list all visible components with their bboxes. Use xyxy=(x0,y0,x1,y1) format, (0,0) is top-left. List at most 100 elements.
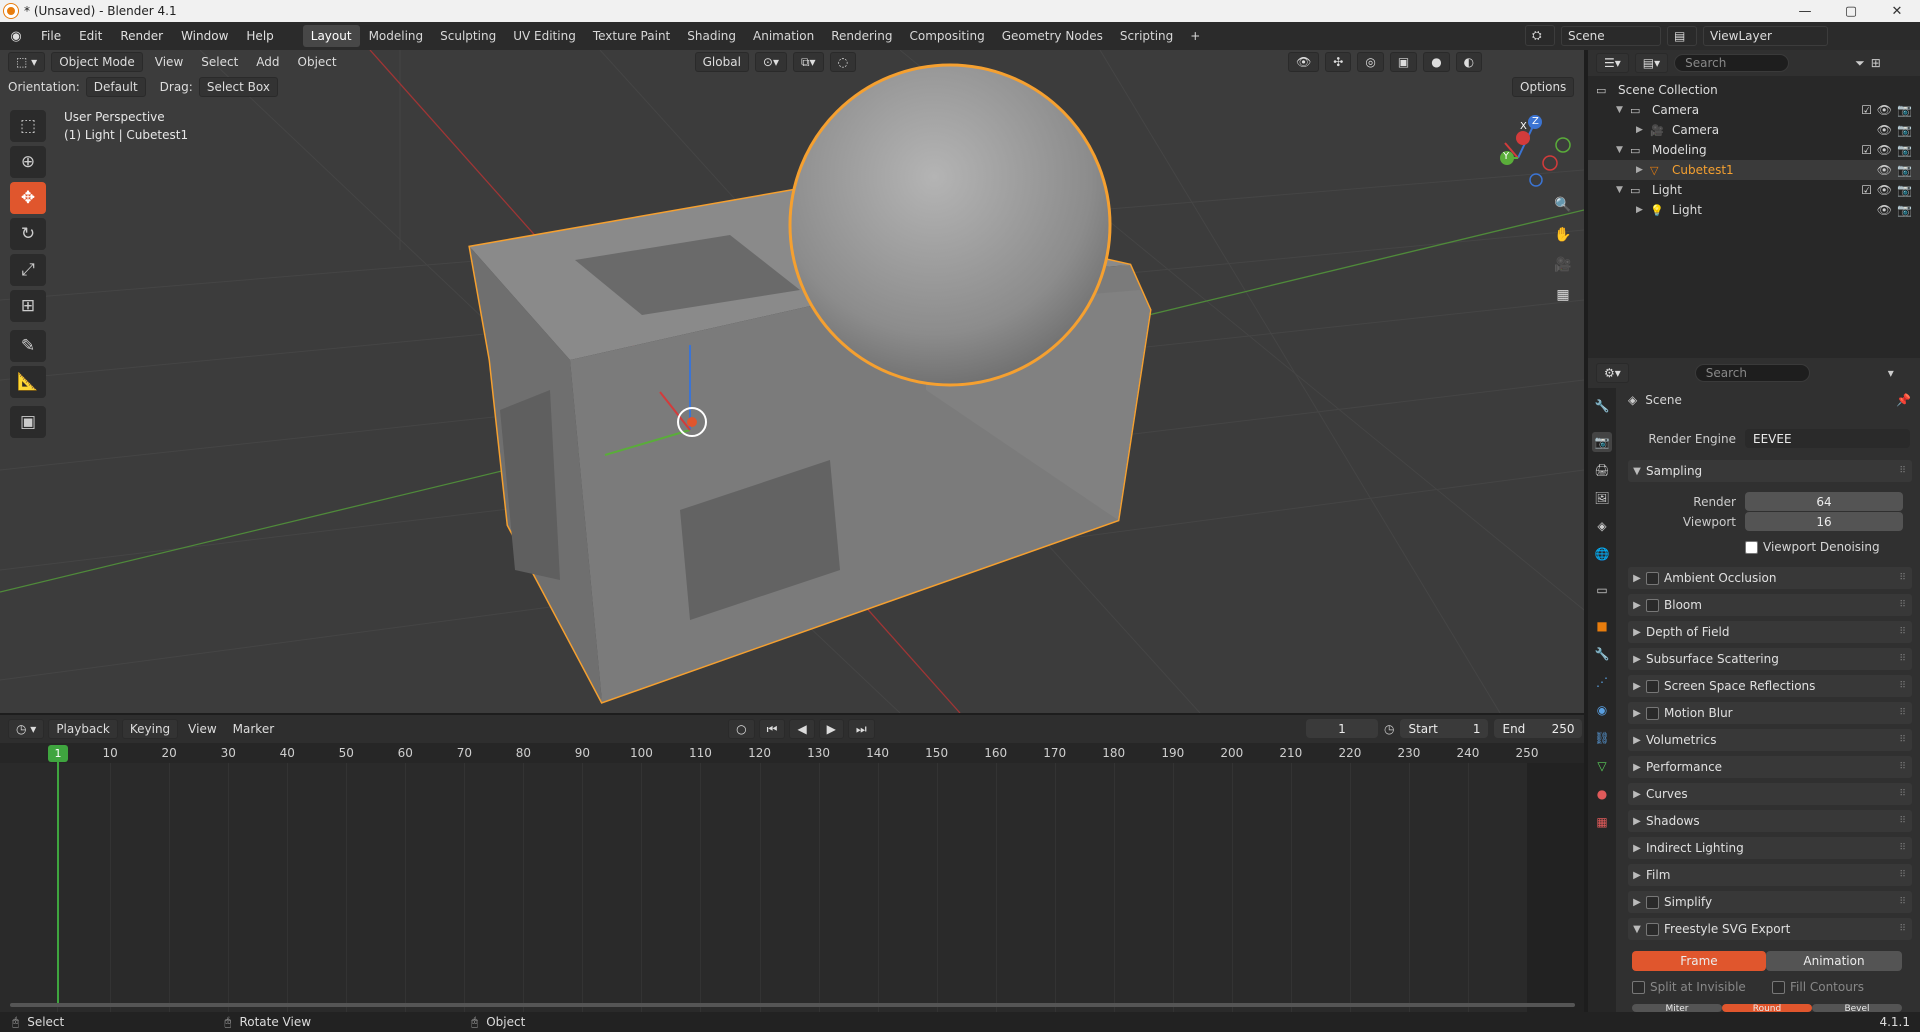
collection-tab-icon[interactable]: ▭ xyxy=(1592,580,1612,600)
blender-menu-icon[interactable]: ◉ xyxy=(0,29,32,44)
exclude-checkbox-icon[interactable]: ☑ xyxy=(1861,103,1872,117)
outliner-row[interactable]: ▼ ▭ Light 👁 📷 ☑ xyxy=(1588,180,1920,200)
render-samples-field[interactable]: 64 xyxy=(1745,492,1903,511)
panel-grip-icon[interactable]: ⠿ xyxy=(1899,681,1906,691)
outliner-row[interactable]: ▭ Scene Collection xyxy=(1588,80,1920,100)
camera-render-icon[interactable]: 📷 xyxy=(1897,143,1912,157)
panel-grip-icon[interactable]: ⠿ xyxy=(1899,870,1906,880)
outliner-row[interactable]: ▶ 🎥 Camera 👁 📷 xyxy=(1588,120,1920,140)
menu-edit[interactable]: Edit xyxy=(70,23,111,49)
viewport-samples-field[interactable]: 16 xyxy=(1745,512,1903,531)
panel-enable-checkbox[interactable] xyxy=(1646,922,1659,936)
add-cube-tool[interactable]: ▣ xyxy=(10,406,46,438)
expand-chevron-icon[interactable]: ▶ xyxy=(1636,125,1650,135)
timeline-scrollbar[interactable] xyxy=(10,1003,1575,1007)
render-engine-dropdown[interactable]: EEVEE xyxy=(1745,429,1910,448)
panel-grip-icon[interactable]: ⠿ xyxy=(1899,654,1906,664)
viewlayer-type-icon[interactable]: ▤ xyxy=(1667,25,1697,46)
menu-help[interactable]: Help xyxy=(237,23,282,49)
camera-render-icon[interactable]: 📷 xyxy=(1897,163,1912,177)
tab-shading[interactable]: Shading xyxy=(679,25,744,47)
panel-header[interactable]: ▶ Volumetrics ⠿ xyxy=(1628,729,1912,751)
constraints-tab-icon[interactable]: ⛓ xyxy=(1592,728,1612,748)
scale-tool[interactable]: ⤢ xyxy=(10,254,46,286)
move-tool[interactable]: ✥ xyxy=(10,182,46,214)
add-workspace-button[interactable]: + xyxy=(1182,25,1208,47)
panel-header[interactable]: ▶ Motion Blur ⠿ xyxy=(1628,702,1912,724)
scene-tab-icon[interactable]: ◈ xyxy=(1592,516,1612,536)
panel-grip-icon[interactable]: ⠿ xyxy=(1899,843,1906,853)
playback-menu[interactable]: Playback xyxy=(48,719,118,739)
options-button[interactable]: Options xyxy=(1512,77,1575,97)
tab-texture-paint[interactable]: Texture Paint xyxy=(585,25,678,47)
3d-viewport[interactable] xyxy=(0,50,1584,713)
tab-modeling[interactable]: Modeling xyxy=(361,25,432,47)
eye-icon[interactable]: 👁 xyxy=(1877,143,1892,157)
shading-material-icon[interactable]: ◐ xyxy=(1455,52,1483,72)
panel-grip-icon[interactable]: ⠿ xyxy=(1899,762,1906,772)
timeline-editor-type[interactable]: ◷ ▾ xyxy=(8,719,45,739)
filter-icon[interactable]: ⏷ xyxy=(1855,56,1865,71)
zoom-icon[interactable]: 🔍 xyxy=(1550,192,1576,218)
tab-geometry-nodes[interactable]: Geometry Nodes xyxy=(994,25,1111,47)
expand-chevron-icon[interactable]: ▼ xyxy=(1616,145,1630,155)
panel-header[interactable]: ▶ Bloom ⠿ xyxy=(1628,594,1912,616)
overlay-icon[interactable]: ◎ xyxy=(1357,52,1384,72)
panel-header[interactable]: ▶ Shadows ⠿ xyxy=(1628,810,1912,832)
eye-icon[interactable]: 👁 xyxy=(1877,163,1892,177)
miter-button[interactable]: Miter xyxy=(1632,1004,1722,1012)
panel-grip-icon[interactable]: ⠿ xyxy=(1899,708,1906,718)
panel-grip-icon[interactable]: ⠿ xyxy=(1899,816,1906,826)
camera-render-icon[interactable]: 📷 xyxy=(1897,203,1912,217)
orientation-dropdown[interactable]: Default xyxy=(85,77,146,97)
keying-menu[interactable]: Keying xyxy=(121,719,179,739)
expand-chevron-icon[interactable]: ▼ xyxy=(1616,185,1630,195)
drag-dropdown[interactable]: Select Box xyxy=(198,77,278,97)
split-invisible-checkbox[interactable] xyxy=(1632,980,1645,994)
modifier-tab-icon[interactable]: 🔧 xyxy=(1592,644,1612,664)
viewport-denoising-checkbox[interactable] xyxy=(1745,540,1758,554)
viewlayer-selector[interactable]: ViewLayer xyxy=(1703,25,1828,46)
display-mode-icon[interactable]: ▤▾ xyxy=(1634,53,1669,73)
panel-grip-icon[interactable]: ⠿ xyxy=(1899,573,1906,583)
freestyle-animation-button[interactable]: Animation xyxy=(1766,951,1902,971)
rotate-tool[interactable]: ↻ xyxy=(10,218,46,250)
panel-enable-checkbox[interactable] xyxy=(1646,895,1659,909)
panel-enable-checkbox[interactable] xyxy=(1646,598,1659,612)
pin-icon[interactable]: 📌 xyxy=(1896,393,1911,407)
frame-ruler[interactable]: 10 20 30 40 50 60 70 80 90 100 110 120 130 140 150 160 1… xyxy=(0,743,1584,763)
gizmo-icon[interactable]: ✣ xyxy=(1325,52,1352,72)
close-button[interactable]: ✕ xyxy=(1874,0,1920,22)
minimize-button[interactable]: — xyxy=(1782,0,1828,22)
start-frame-field[interactable]: Start 1 xyxy=(1400,719,1489,738)
viewport-menu-add[interactable]: Add xyxy=(250,55,285,69)
end-frame-field[interactable]: End 250 xyxy=(1494,719,1583,738)
freestyle-frame-button[interactable]: Frame xyxy=(1632,951,1766,971)
current-frame-field[interactable]: 1 xyxy=(1306,719,1378,738)
panel-header[interactable]: ▶ Subsurface Scattering ⠿ xyxy=(1628,648,1912,670)
properties-editor-type[interactable]: ⚙▾ xyxy=(1596,363,1629,383)
outliner-search[interactable]: Search xyxy=(1674,54,1790,72)
viewport-menu-select[interactable]: Select xyxy=(195,55,244,69)
world-tab-icon[interactable]: 🌐 xyxy=(1592,544,1612,564)
select-box-tool[interactable]: ⬚ xyxy=(10,110,46,142)
tab-compositing[interactable]: Compositing xyxy=(901,25,992,47)
jump-start-icon[interactable]: ⏮ xyxy=(758,719,786,739)
panel-header[interactable]: ▶ Ambient Occlusion ⠿ xyxy=(1628,567,1912,589)
camera-render-icon[interactable]: 📷 xyxy=(1897,103,1912,117)
pivot-icon[interactable]: ⊙▾ xyxy=(754,52,787,72)
tab-sculpting[interactable]: Sculpting xyxy=(432,25,504,47)
maximize-button[interactable]: ▢ xyxy=(1828,0,1874,22)
ortho-grid-icon[interactable]: ▦ xyxy=(1550,282,1576,308)
exclude-checkbox-icon[interactable]: ☑ xyxy=(1861,143,1872,157)
xray-icon[interactable]: ▣ xyxy=(1389,52,1418,72)
panel-header[interactable]: ▶ Curves ⠿ xyxy=(1628,783,1912,805)
viewport-denoising-toggle[interactable]: Viewport Denoising xyxy=(1745,540,1880,554)
scene-type-icon[interactable]: ⛭ xyxy=(1525,25,1555,46)
visibility-icon[interactable]: 👁 xyxy=(1288,52,1320,72)
split-invisible-toggle[interactable]: Split at Invisible xyxy=(1632,980,1746,994)
round-button[interactable]: Round xyxy=(1722,1004,1812,1012)
scene-selector[interactable]: Scene xyxy=(1561,25,1661,46)
camera-render-icon[interactable]: 📷 xyxy=(1897,183,1912,197)
eye-icon[interactable]: 👁 xyxy=(1877,103,1892,117)
